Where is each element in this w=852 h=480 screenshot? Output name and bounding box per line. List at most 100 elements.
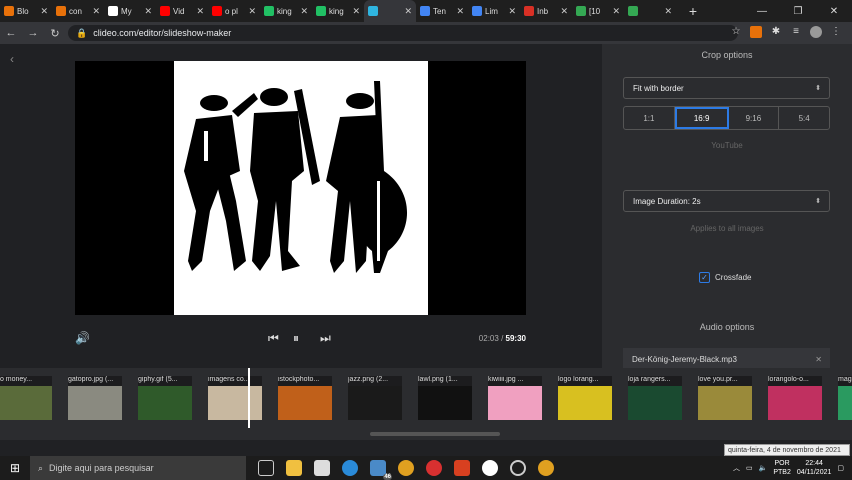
profile-avatar[interactable] bbox=[810, 26, 822, 38]
edge-icon[interactable] bbox=[342, 460, 358, 476]
browser-tab[interactable]: Vid ✕ bbox=[156, 0, 208, 22]
timeline-scrollbar[interactable] bbox=[370, 432, 500, 436]
xbox-icon[interactable] bbox=[482, 460, 498, 476]
office-icon[interactable] bbox=[454, 460, 470, 476]
pause-icon[interactable]: ⏸ bbox=[293, 331, 299, 346]
remove-audio-icon[interactable]: ✕ bbox=[815, 355, 822, 364]
clip-label: jazz.png (2... bbox=[348, 376, 402, 386]
ratio-button[interactable]: 1:1 bbox=[624, 107, 675, 129]
timeline-clip[interactable]: istockphoto... bbox=[278, 376, 332, 420]
tab-close-icon[interactable]: ✕ bbox=[352, 6, 360, 17]
tab-close-icon[interactable]: ✕ bbox=[248, 6, 256, 17]
timeline-clip[interactable]: lawl.png (1... bbox=[418, 376, 472, 420]
steam-icon[interactable] bbox=[510, 460, 526, 476]
file-explorer-icon[interactable] bbox=[286, 460, 302, 476]
tab-close-icon[interactable]: ✕ bbox=[560, 6, 568, 17]
minimize-icon[interactable]: — bbox=[744, 6, 780, 17]
aspect-ratio-group: 1:1 16:9 9:16 5:4 bbox=[623, 106, 830, 130]
browser-tab[interactable]: o pl ✕ bbox=[208, 0, 260, 22]
browser-tab[interactable]: king ✕ bbox=[312, 0, 364, 22]
back-chevron-icon[interactable]: ‹ bbox=[10, 52, 14, 66]
crossfade-checkbox[interactable]: ✓ bbox=[699, 272, 710, 283]
close-icon[interactable]: ✕ bbox=[816, 6, 852, 17]
tab-close-icon[interactable]: ✕ bbox=[404, 6, 412, 17]
skip-forward-icon[interactable]: ⏭ bbox=[320, 331, 331, 346]
taskbar-search[interactable]: ⌕ Digite aqui para pesquisar bbox=[30, 456, 246, 480]
timeline-clip[interactable]: giphy.gif (5... bbox=[138, 376, 192, 420]
tab-close-icon[interactable]: ✕ bbox=[612, 6, 620, 17]
chrome-icon[interactable] bbox=[398, 460, 414, 476]
forward-arrow-icon[interactable]: → bbox=[22, 27, 44, 39]
timeline-clip[interactable]: loja rangers... bbox=[628, 376, 682, 420]
menu-icon[interactable]: ⋮ bbox=[830, 26, 842, 38]
playhead[interactable] bbox=[248, 368, 250, 428]
browser-tab[interactable]: ✕ bbox=[624, 0, 676, 22]
tab-close-icon[interactable]: ✕ bbox=[456, 6, 464, 17]
tab-favicon-icon bbox=[160, 6, 170, 16]
crop-mode-select[interactable]: Fit with border ⬍ bbox=[623, 77, 830, 99]
extension-icon[interactable] bbox=[750, 26, 762, 38]
puzzle-icon[interactable]: ✱ bbox=[770, 26, 782, 38]
browser-tab[interactable]: Inb ✕ bbox=[520, 0, 572, 22]
timeline-clip[interactable]: love you.pr... bbox=[698, 376, 752, 420]
reload-icon[interactable]: ↻ bbox=[44, 27, 66, 40]
crossfade-option[interactable]: ✓ Crossfade bbox=[699, 272, 751, 283]
tab-close-icon[interactable]: ✕ bbox=[508, 6, 516, 17]
timeline-clip[interactable]: gatopro.jpg (... bbox=[68, 376, 122, 420]
tab-title: Blo bbox=[17, 6, 29, 16]
restore-icon[interactable]: ❐ bbox=[780, 6, 816, 17]
new-tab-icon[interactable]: + bbox=[682, 3, 704, 19]
star-icon[interactable]: ☆ bbox=[730, 26, 742, 38]
preview-image bbox=[174, 61, 428, 315]
mail-badge: 46 bbox=[383, 474, 392, 480]
tab-title: Inb bbox=[537, 6, 549, 16]
chevron-up-icon[interactable]: ︿ bbox=[733, 463, 740, 473]
tab-close-icon[interactable]: ✕ bbox=[196, 6, 204, 17]
task-view-icon[interactable] bbox=[258, 460, 274, 476]
browser-tab[interactable]: ✕ bbox=[364, 0, 416, 22]
windows-start-icon[interactable]: ⊞ bbox=[0, 461, 30, 475]
volume-tray-icon[interactable]: 🔈 bbox=[759, 464, 768, 472]
tab-close-icon[interactable]: ✕ bbox=[300, 6, 308, 17]
tab-close-icon[interactable]: ✕ bbox=[144, 6, 152, 17]
back-arrow-icon[interactable]: ← bbox=[0, 27, 22, 39]
tab-close-icon[interactable]: ✕ bbox=[92, 6, 100, 17]
timeline-clip[interactable]: logo lorang... bbox=[558, 376, 612, 420]
browser-tab[interactable]: My ✕ bbox=[104, 0, 156, 22]
language-indicator[interactable]: POR PTB2 bbox=[773, 459, 791, 477]
chrome-active-icon[interactable] bbox=[538, 460, 554, 476]
timeline-clip[interactable]: to money... bbox=[0, 376, 52, 420]
tab-close-icon[interactable]: ✕ bbox=[664, 6, 672, 17]
browser-tab[interactable]: Lim ✕ bbox=[468, 0, 520, 22]
volume-icon[interactable]: 🔊 bbox=[75, 331, 90, 345]
clock[interactable]: 22:44 04/11/2021 bbox=[797, 459, 832, 477]
browser-tab[interactable]: [10 ✕ bbox=[572, 0, 624, 22]
date-tooltip: quinta-feira, 4 de novembro de 2021 bbox=[724, 444, 850, 456]
clip-label: love you.pr... bbox=[698, 376, 752, 386]
timeline-clip[interactable]: lorangolo-o... bbox=[768, 376, 822, 420]
browser-tab[interactable]: king ✕ bbox=[260, 0, 312, 22]
audio-file-row[interactable]: Der-König-Jeremy-Black.mp3 ✕ bbox=[623, 348, 830, 370]
timeline-clip[interactable]: imagens co... bbox=[208, 376, 262, 420]
timeline-clip[interactable]: kiwiiii.jpg ... bbox=[488, 376, 542, 420]
store-icon[interactable] bbox=[314, 460, 330, 476]
ratio-button[interactable]: 16:9 bbox=[674, 107, 729, 129]
url-field[interactable]: 🔒 clideo.com/editor/slideshow-maker bbox=[68, 25, 738, 41]
network-icon[interactable]: ▭ bbox=[746, 464, 753, 472]
browser-tab[interactable]: Blo ✕ bbox=[0, 0, 52, 22]
search-icon: ⌕ bbox=[38, 462, 44, 473]
browser-tab[interactable]: con ✕ bbox=[52, 0, 104, 22]
ratio-button[interactable]: 5:4 bbox=[779, 107, 829, 129]
duration-select[interactable]: Image Duration: 2s ⬍ bbox=[623, 190, 830, 212]
timeline-clip[interactable]: jazz.png (2... bbox=[348, 376, 402, 420]
ratio-button[interactable]: 9:16 bbox=[729, 107, 780, 129]
mail-icon[interactable]: 46 bbox=[370, 460, 392, 480]
options-panel: Crop options Fit with border ⬍ 1:1 16:9 9:… bbox=[602, 44, 852, 370]
tab-close-icon[interactable]: ✕ bbox=[40, 6, 48, 17]
app-red-icon[interactable] bbox=[426, 460, 442, 476]
browser-tab[interactable]: Ten ✕ bbox=[416, 0, 468, 22]
notifications-icon[interactable]: ▢ bbox=[837, 464, 844, 472]
timeline-clip[interactable]: maga bbox=[838, 376, 852, 420]
media-icon[interactable]: ≡ bbox=[790, 26, 802, 38]
skip-back-icon[interactable]: ⏮ bbox=[268, 331, 279, 346]
